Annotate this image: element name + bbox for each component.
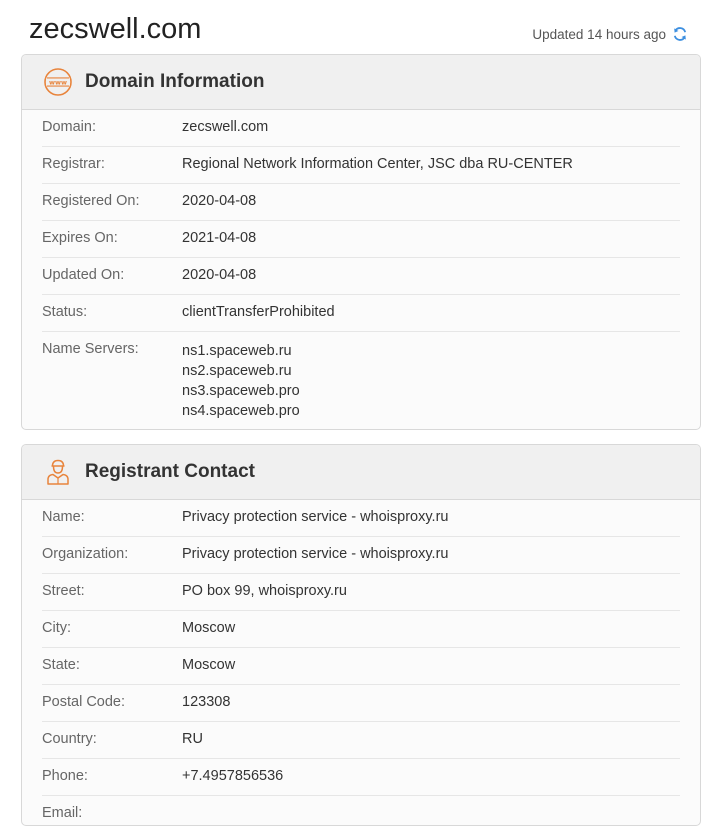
www-globe-icon: www: [43, 67, 73, 97]
page-title: zecswell.com: [29, 13, 202, 45]
row-value: Regional Network Information Center, JSC…: [182, 156, 573, 172]
row-label: State:: [42, 657, 80, 673]
row-label: Status:: [42, 304, 88, 320]
row-label: Domain:: [42, 119, 96, 135]
row-expires-on: Expires On: 2021-04-08: [42, 221, 680, 258]
row-updated-on: Updated On: 2020-04-08: [42, 258, 680, 295]
name-server: ns2.spaceweb.ru: [182, 363, 292, 379]
row-value: +7.4957856536: [182, 768, 284, 784]
row-value: Privacy protection service - whoisproxy.…: [182, 546, 449, 562]
row-value: PO box 99, whoisproxy.ru: [182, 583, 347, 599]
row-value: RU: [182, 731, 203, 747]
row-label: Email:: [42, 805, 83, 821]
row-value: Moscow: [182, 657, 236, 673]
row-label: Phone:: [42, 768, 88, 784]
registrant-contact-header: Registrant Contact: [22, 445, 700, 500]
row-state: State: Moscow: [42, 648, 680, 685]
refresh-icon[interactable]: [672, 26, 688, 42]
row-value: 2021-04-08: [182, 230, 257, 246]
row-label: Name:: [42, 509, 85, 525]
person-icon: [43, 457, 73, 487]
svg-text:www: www: [49, 78, 67, 86]
row-label: Street:: [42, 583, 85, 599]
row-label: Expires On:: [42, 230, 118, 246]
updated-text: Updated 14 hours ago: [532, 26, 666, 42]
row-label: Registrar:: [42, 156, 105, 172]
registrant-contact-rows: Name: Privacy protection service - whois…: [22, 500, 700, 825]
row-label: Organization:: [42, 546, 129, 562]
row-value: 2020-04-08: [182, 193, 257, 209]
row-phone: Phone: +7.4957856536: [42, 759, 680, 796]
row-value: clientTransferProhibited: [182, 304, 335, 320]
row-registered-on: Registered On: 2020-04-08: [42, 184, 680, 221]
row-value: zecswell.com: [182, 119, 269, 135]
domain-information-header: www Domain Information: [22, 55, 700, 110]
row-street: Street: PO box 99, whoisproxy.ru: [42, 574, 680, 611]
name-servers-list: ns1.spaceweb.ru ns2.spaceweb.ru ns3.spac…: [182, 332, 680, 421]
updated-status: Updated 14 hours ago: [532, 26, 688, 42]
row-label: Updated On:: [42, 267, 125, 283]
name-server: ns3.spaceweb.pro: [182, 383, 300, 399]
row-label: Country:: [42, 731, 97, 747]
row-label: Postal Code:: [42, 694, 126, 710]
name-server: ns4.spaceweb.pro: [182, 403, 300, 419]
row-label: Name Servers:: [42, 341, 139, 357]
row-email: Email:: [42, 796, 680, 825]
row-postal-code: Postal Code: 123308: [42, 685, 680, 722]
row-domain: Domain: zecswell.com: [42, 110, 680, 147]
registrant-contact-title: Registrant Contact: [85, 461, 255, 482]
row-name: Name: Privacy protection service - whois…: [42, 500, 680, 537]
name-server: ns1.spaceweb.ru: [182, 343, 292, 359]
row-city: City: Moscow: [42, 611, 680, 648]
row-status: Status: clientTransferProhibited: [42, 295, 680, 332]
row-value: 123308: [182, 694, 231, 710]
domain-information-rows: Domain: zecswell.com Registrar: Regional…: [22, 110, 700, 429]
row-value: Moscow: [182, 620, 236, 636]
row-label: City:: [42, 620, 71, 636]
page-header: zecswell.com Updated 14 hours ago: [0, 0, 710, 54]
domain-information-card: www Domain Information Domain: zecswell.…: [21, 54, 701, 430]
row-country: Country: RU: [42, 722, 680, 759]
row-name-servers: Name Servers: ns1.spaceweb.ru ns2.spacew…: [42, 332, 680, 429]
row-organization: Organization: Privacy protection service…: [42, 537, 680, 574]
registrant-contact-card: Registrant Contact Name: Privacy protect…: [21, 444, 701, 826]
row-value: [182, 796, 680, 825]
row-label: Registered On:: [42, 193, 140, 209]
row-registrar: Registrar: Regional Network Information …: [42, 147, 680, 184]
domain-information-title: Domain Information: [85, 71, 265, 92]
row-value: 2020-04-08: [182, 267, 257, 283]
row-value: Privacy protection service - whoisproxy.…: [182, 509, 449, 525]
